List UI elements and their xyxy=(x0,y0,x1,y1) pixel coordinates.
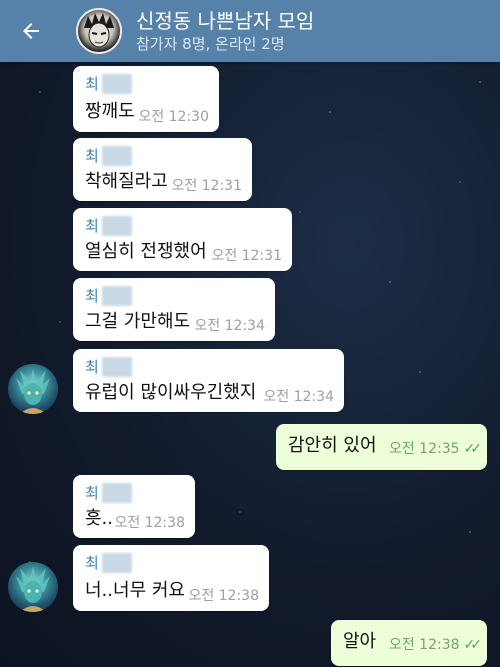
message-time: 오전 12:38 xyxy=(114,515,185,531)
message-bubble-outgoing[interactable]: 감안히 있어 오전 12:35 ✓✓ xyxy=(276,424,487,470)
blurred-name xyxy=(101,356,132,377)
message-text: 알아 xyxy=(343,631,377,652)
double-check-icon: ✓✓ xyxy=(463,637,483,653)
message-time: 오전 12:34 xyxy=(263,389,334,405)
message-time: 오전 12:31 xyxy=(211,248,282,264)
blurred-name xyxy=(101,552,132,573)
sender-name: 최 xyxy=(85,73,132,94)
double-check-icon: ✓✓ xyxy=(463,441,483,457)
message-list[interactable]: 최 짱깨도 오전 12:30 최 착해질라고 오전 12:31 최 열심히 전쟁… xyxy=(0,62,500,667)
blurred-name xyxy=(101,73,132,94)
message-bubble-outgoing[interactable]: 알아 오전 12:38 ✓✓ xyxy=(331,620,487,666)
message-text: 짱깨도 xyxy=(85,101,135,122)
sender-name: 최 xyxy=(85,145,132,166)
blurred-name xyxy=(101,285,132,306)
message-time: 오전 12:30 xyxy=(138,109,209,125)
message-time: 오전 12:35 ✓✓ xyxy=(388,441,483,457)
header-info[interactable]: 신정동 나쁜남자 모임 참가자 8명, 온라인 2명 xyxy=(136,8,314,54)
sender-name: 최 xyxy=(85,215,132,236)
message-bubble[interactable]: 최 흣.. 오전 12:38 xyxy=(73,475,195,538)
message-time: 오전 12:31 xyxy=(171,178,242,194)
sender-name: 최 xyxy=(85,552,132,573)
message-bubble[interactable]: 최 그걸 가만해도 오전 12:34 xyxy=(73,278,275,341)
blurred-name xyxy=(101,215,132,236)
sender-name: 최 xyxy=(85,285,132,306)
message-bubble[interactable]: 최 착해질라고 오전 12:31 xyxy=(73,138,252,201)
message-text: 흣.. xyxy=(85,508,114,529)
arrow-left-icon xyxy=(23,23,39,39)
message-time: 오전 12:38 xyxy=(188,588,259,604)
sender-name: 최 xyxy=(85,482,132,503)
message-text: 착해질라고 xyxy=(85,171,168,192)
sender-avatar[interactable] xyxy=(8,364,58,414)
message-time: 오전 12:38 ✓✓ xyxy=(388,637,483,653)
back-button[interactable] xyxy=(0,0,62,62)
message-time: 오전 12:34 xyxy=(194,318,265,334)
group-title: 신정동 나쁜남자 모임 xyxy=(136,9,315,33)
message-bubble[interactable]: 최 열심히 전쟁했어 오전 12:31 xyxy=(73,208,292,271)
group-avatar[interactable] xyxy=(76,8,122,54)
group-status: 참가자 8명, 온라인 2명 xyxy=(136,35,285,53)
chat-header: 신정동 나쁜남자 모임 참가자 8명, 온라인 2명 xyxy=(0,0,500,62)
sender-avatar[interactable] xyxy=(8,562,58,612)
message-bubble[interactable]: 최 짱깨도 오전 12:30 xyxy=(73,66,219,132)
message-text: 감안히 있어 xyxy=(288,435,377,456)
message-text: 너..너무 커요 xyxy=(85,580,185,601)
sender-name: 최 xyxy=(85,356,132,377)
message-bubble[interactable]: 최 유럽이 많이싸우긴했지 오전 12:34 xyxy=(73,349,344,412)
blurred-name xyxy=(101,145,132,166)
blurred-name xyxy=(101,482,132,503)
message-text: 유럽이 많이싸우긴했지 xyxy=(85,382,257,403)
message-bubble[interactable]: 최 너..너무 커요 오전 12:38 xyxy=(73,545,269,611)
message-text: 그걸 가만해도 xyxy=(85,311,191,332)
message-text: 열심히 전쟁했어 xyxy=(85,241,207,262)
